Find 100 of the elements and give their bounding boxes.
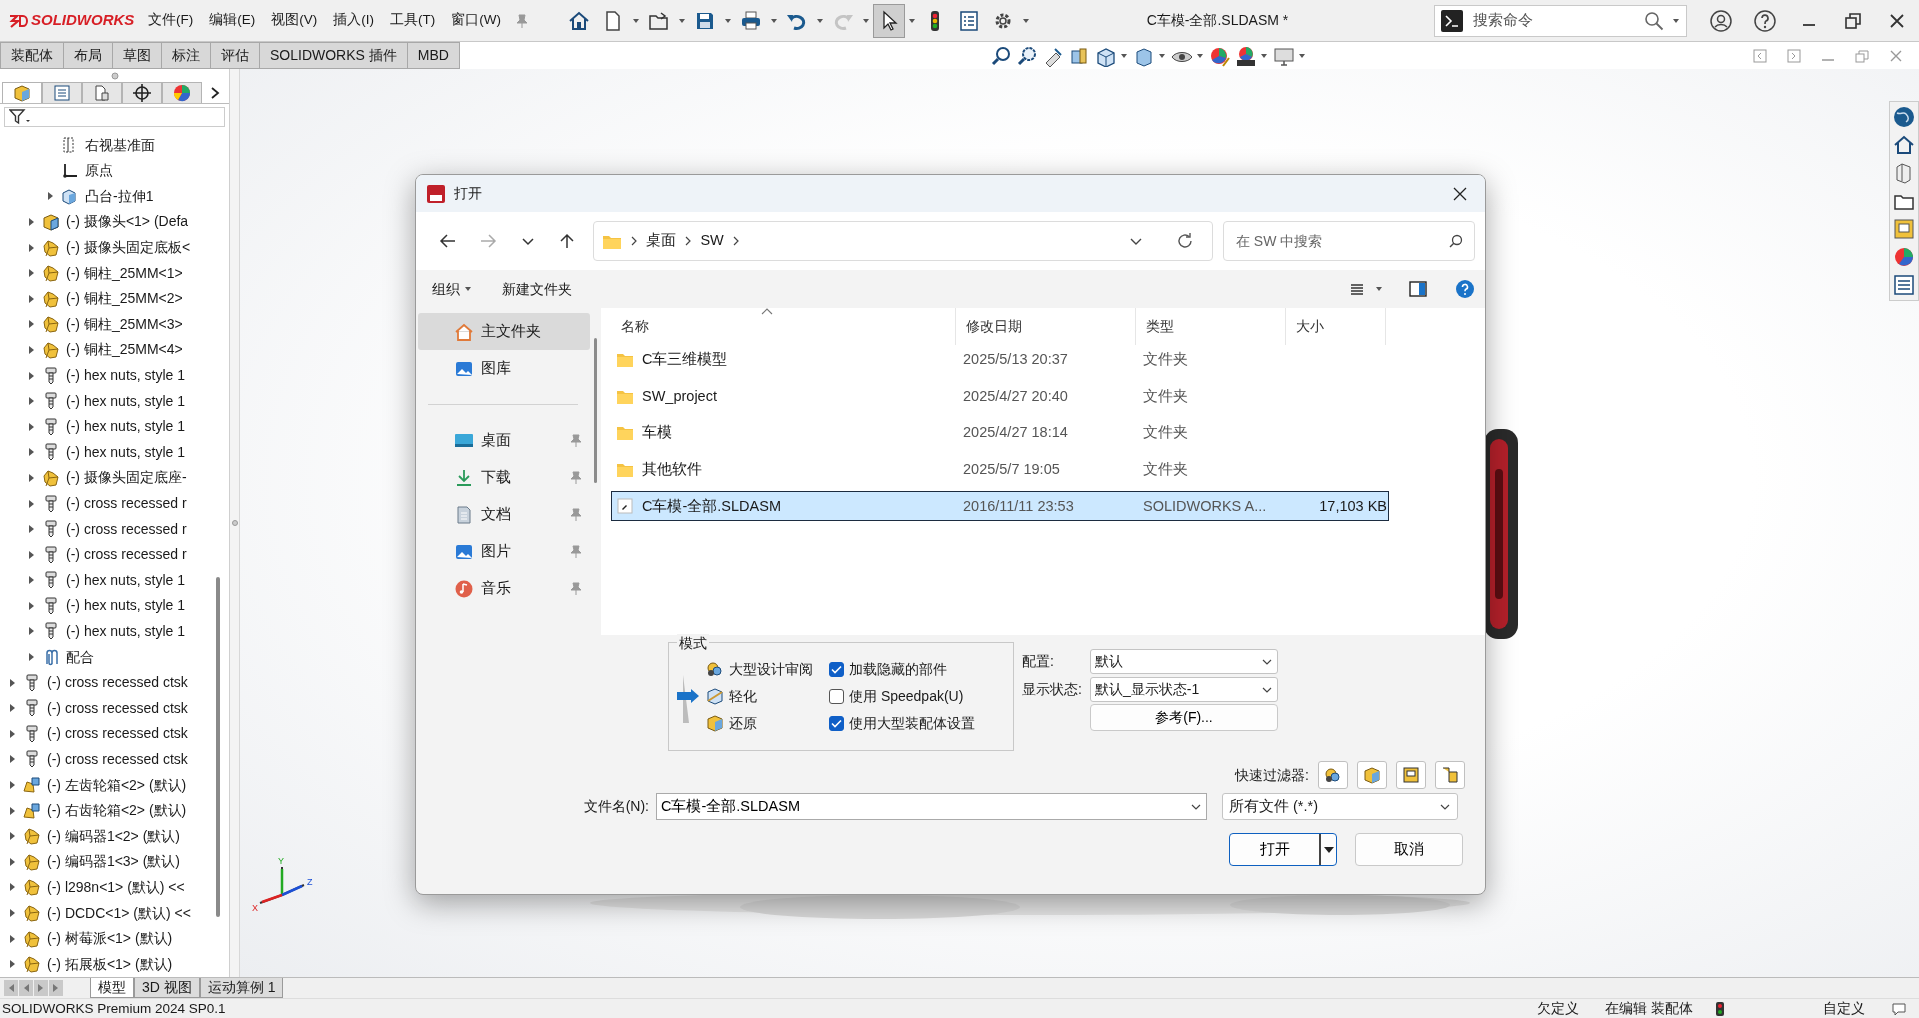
menu-item[interactable]: 编辑(E) xyxy=(201,8,264,33)
tree-item[interactable]: (-) DCDC<1> (默认) << xyxy=(47,902,191,924)
tree-item[interactable]: (-) 编码器1<3> (默认) xyxy=(47,851,180,873)
dropdown[interactable]: 默认_显示状态-1 xyxy=(1090,677,1278,702)
checkbox[interactable] xyxy=(829,715,844,731)
menu-item[interactable]: 窗口(W) xyxy=(443,8,509,33)
checkbox[interactable] xyxy=(829,688,844,704)
menu-item[interactable]: 文件(F) xyxy=(140,8,202,33)
expand-icon[interactable] xyxy=(26,268,36,279)
file-row[interactable]: C车三维模型 2025/5/13 20:37 文件夹 xyxy=(611,345,1389,375)
preview-pane-icon[interactable] xyxy=(1409,280,1427,298)
splitter-handle-icon[interactable] xyxy=(231,520,238,526)
expand-icon[interactable] xyxy=(26,217,36,227)
file-name-combo[interactable]: C车模-全部.SLDASM xyxy=(656,793,1207,820)
tree-item[interactable]: 原点 xyxy=(85,160,113,182)
view-tab[interactable]: 运动算例 1 xyxy=(199,978,284,998)
tree-item[interactable]: (-) cross recessed ctsk xyxy=(47,723,188,745)
expand-icon[interactable] xyxy=(26,396,36,407)
view-tab[interactable]: 模型 xyxy=(90,978,134,998)
expand-icon[interactable] xyxy=(7,831,17,842)
tree-item[interactable]: 配合 xyxy=(66,646,94,668)
mode-option[interactable]: 还原 xyxy=(677,711,829,735)
mode-option[interactable]: 轻化 xyxy=(677,684,829,708)
last-icon[interactable] xyxy=(52,983,60,993)
expand-icon[interactable] xyxy=(7,728,17,739)
open-button[interactable]: 打开 xyxy=(1229,833,1337,866)
command-tab[interactable]: 标注 xyxy=(162,42,211,69)
file-row[interactable]: SW_project 2025/4/27 20:40 文件夹 xyxy=(611,381,1389,412)
tree-item[interactable]: (-) cross recessed ctsk xyxy=(47,672,188,694)
nav-item[interactable]: 音乐 xyxy=(418,570,590,607)
tree-item[interactable]: (-) 编码器1<2> (默认) xyxy=(47,825,180,847)
nav-item[interactable]: 图库 xyxy=(418,350,590,387)
nav-item[interactable]: 主文件夹 xyxy=(418,313,590,350)
tree-item[interactable]: (-) l298n<1> (默认) << xyxy=(47,876,185,898)
file-row[interactable]: C车模-全部.SLDASM 2016/11/11 23:53 SOLIDWORKS A... 17,103 KB xyxy=(611,491,1389,522)
tree-item[interactable]: (-) hex nuts, style 1 xyxy=(66,595,186,617)
tree-item[interactable]: (-) cross recessed r xyxy=(66,493,187,514)
menu-item[interactable]: 工具(T) xyxy=(382,8,444,33)
tree-item[interactable]: (-) hex nuts, style 1 xyxy=(66,365,186,387)
cancel-button[interactable]: 取消 xyxy=(1355,833,1463,866)
expand-icon[interactable] xyxy=(7,856,17,867)
breadcrumb-item[interactable]: SW xyxy=(700,230,724,252)
expand-icon[interactable] xyxy=(26,370,36,381)
tree-item[interactable]: (-) 摄像头固定底板< xyxy=(66,237,191,259)
expand-icon[interactable] xyxy=(45,191,55,202)
expand-icon[interactable] xyxy=(7,959,17,970)
new-folder-button[interactable]: 新建文件夹 xyxy=(502,278,572,300)
list-icon[interactable] xyxy=(1892,273,1916,297)
tree-item[interactable]: (-) cross recessed r xyxy=(66,518,187,540)
nav-item[interactable]: 桌面 xyxy=(418,422,590,459)
command-tab[interactable]: SOLIDWORKS 插件 xyxy=(260,42,408,69)
refresh-icon[interactable] xyxy=(1175,232,1194,250)
zoom-fit-icon[interactable] xyxy=(989,44,1012,67)
units-setting[interactable]: 自定义 xyxy=(1823,998,1865,1018)
file-properties-icon[interactable] xyxy=(957,8,981,33)
tree-item[interactable]: (-) 铜柱_25MM<2> xyxy=(66,288,183,310)
tree-item[interactable]: (-) hex nuts, style 1 xyxy=(66,390,186,412)
tree-item[interactable]: 右视基准面 xyxy=(85,134,155,156)
column-header[interactable]: 名称 xyxy=(611,308,956,345)
expand-icon[interactable] xyxy=(7,933,17,944)
expand-icon[interactable] xyxy=(26,293,36,304)
tree-item[interactable]: (-) 铜柱_25MM<4> xyxy=(66,339,183,361)
tree-item[interactable]: (-) 右齿轮箱<2> (默认) xyxy=(47,800,187,822)
command-tab[interactable]: MBD xyxy=(407,42,460,69)
dropdown[interactable]: 默认 xyxy=(1090,649,1278,674)
menu-item[interactable]: 插入(I) xyxy=(325,8,382,33)
nav-item[interactable]: 下载 xyxy=(418,459,590,496)
help-icon[interactable] xyxy=(1455,279,1475,299)
expand-icon[interactable] xyxy=(7,882,17,893)
globe-icon[interactable] xyxy=(1892,105,1916,129)
tree-item[interactable]: (-) cross recessed ctsk xyxy=(47,697,188,719)
back-icon[interactable] xyxy=(438,232,457,250)
tree-item[interactable]: 凸台-拉伸1 xyxy=(85,185,154,207)
expand-icon[interactable] xyxy=(26,626,36,637)
nav-item[interactable]: 图片 xyxy=(418,533,590,570)
view-list-icon[interactable] xyxy=(1349,281,1365,297)
column-header[interactable]: 修改日期 xyxy=(956,308,1136,345)
tree-item[interactable]: (-) hex nuts, style 1 xyxy=(66,621,186,642)
zoom-area-icon[interactable] xyxy=(1015,44,1038,67)
expand-icon[interactable] xyxy=(26,498,36,509)
next-icon[interactable] xyxy=(37,983,45,993)
expand-icon[interactable] xyxy=(26,600,36,611)
drawing-filter-icon[interactable] xyxy=(1401,765,1421,785)
expand-icon[interactable] xyxy=(26,549,36,560)
menu-item[interactable]: 视图(V) xyxy=(263,8,326,33)
file-type-dropdown[interactable]: 所有文件 (*.*) xyxy=(1222,793,1458,820)
panel-tab[interactable] xyxy=(122,82,162,104)
top-level-filter-icon[interactable] xyxy=(1440,765,1460,785)
file-row[interactable]: 车模 2025/4/27 18:14 文件夹 xyxy=(611,418,1389,449)
expand-icon[interactable] xyxy=(7,780,17,791)
expand-icon[interactable] xyxy=(7,908,17,918)
view-tab[interactable]: 3D 视图 xyxy=(134,978,200,998)
command-tab[interactable]: 评估 xyxy=(211,42,260,69)
chevron-right-icon[interactable] xyxy=(210,85,220,100)
address-bar[interactable]: 桌面 SW xyxy=(593,221,1213,261)
tree-item[interactable]: (-) cross recessed ctsk xyxy=(47,748,188,770)
tree-item[interactable]: (-) 左齿轮箱<2> (默认) xyxy=(47,774,187,796)
expand-icon[interactable] xyxy=(7,677,17,688)
previous-icon[interactable] xyxy=(22,983,30,993)
organize-menu[interactable]: 组织 xyxy=(432,278,472,300)
